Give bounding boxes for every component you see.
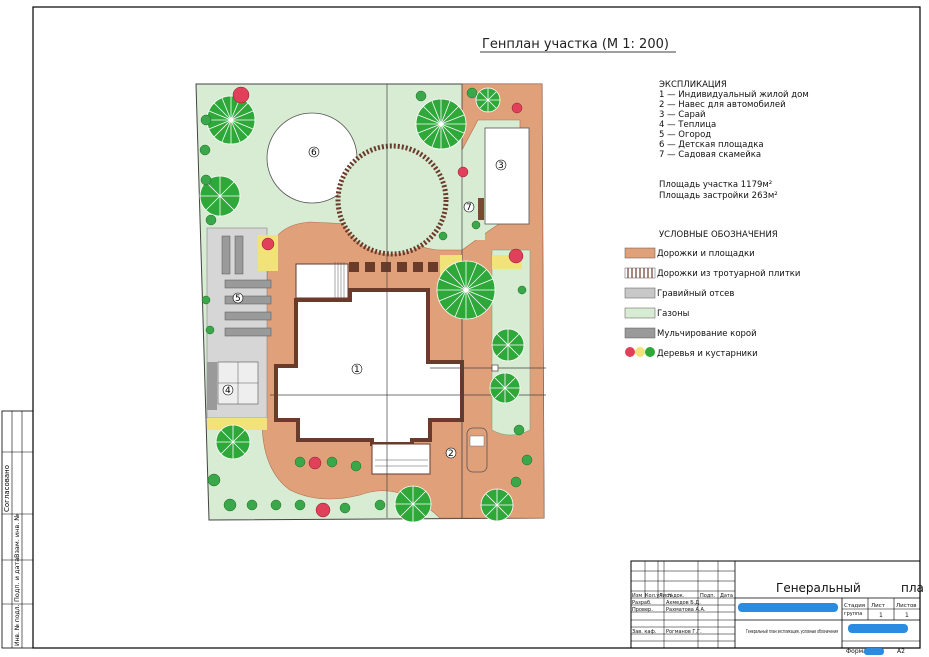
side-stamp: Согласовано Взам. инв. № Подп. и дата Ин… [1, 410, 34, 649]
explication-heading: ЭКСПЛИКАЦИЯ [659, 80, 727, 90]
legend-label-gravel: Гравийный отсев [657, 289, 734, 299]
legend-label-lawn: Газоны [657, 309, 689, 319]
legend-swatch-lawn [624, 307, 656, 319]
row-role: Зав. каф. [632, 629, 657, 635]
marker-playground: 6 [311, 148, 317, 158]
plan-title: Генплан участка (М 1: 200) [482, 37, 669, 52]
row-person: Ахмедов Б.Д. [666, 600, 701, 606]
row-person: Рогманов Г.Г. [666, 629, 702, 635]
legend-label-paths: Дорожки и площадки [657, 249, 755, 259]
legend-swatch-paths [624, 247, 656, 259]
sheets-header: Листов [896, 603, 917, 609]
legend-label-tiles: Дорожки из тротуарной плитки [657, 269, 800, 279]
house-porch [295, 263, 349, 299]
site-plan: 1 2 3 4 5 6 7 [195, 83, 546, 523]
explication-item: 3 — Сарай [659, 110, 706, 120]
plot-area: Площадь участка 1179м² [659, 180, 772, 190]
legend-swatch-gravel [624, 287, 656, 299]
row-person: Рахматова А.А. [666, 607, 706, 613]
explication-item: 5 — Огород [659, 130, 711, 140]
central-round-lawn [335, 143, 449, 257]
sheets-value: 1 [905, 612, 909, 619]
marker-bench: 7 [466, 203, 472, 213]
stage-header: Стадия [844, 603, 865, 609]
title-block-name-end: пла [901, 581, 924, 595]
header-sign: Подп. [700, 593, 716, 599]
sheet-description: Генеральный план экспликация, условные о… [746, 628, 838, 635]
title-block-name: Генеральный [776, 581, 861, 595]
stamp-sign-date: Подп. и дата [13, 558, 21, 602]
sheet-value: 1 [879, 612, 883, 619]
parked-car [466, 427, 488, 473]
format-value: А2 [897, 648, 905, 655]
explication-item: 7 — Садовая скамейка [659, 150, 761, 160]
house-terrace [371, 443, 431, 475]
sheet-header: Лист [871, 603, 886, 609]
general-plan-sheet: Согласовано Взам. инв. № Подп. и дата Ин… [1, 6, 924, 655]
shed [484, 127, 530, 225]
explication-item: 4 — Теплица [659, 120, 716, 130]
row-role: Разраб. [632, 600, 652, 606]
built-area: Площадь застройки 263м² [659, 191, 778, 201]
explication-item: 6 — Детская площадка [659, 140, 764, 150]
legend-label-trees: Деревья и кустарники [657, 349, 758, 359]
legend-heading: УСЛОВНЫЕ ОБОЗНАЧЕНИЯ [659, 230, 778, 240]
legend-swatch-trees [625, 347, 655, 357]
legend-swatch-mulch [624, 327, 656, 339]
marker-carport: 2 [448, 449, 454, 459]
marker-house: 1 [354, 365, 360, 375]
header-izm: Изм [632, 593, 642, 599]
explication-item: 1 — Индивидуальный жилой дом [659, 90, 809, 100]
explication-item: 2 — Навес для автомобилей [659, 100, 786, 110]
stamp-inv-orig: Инв. № подл. [14, 605, 21, 646]
stamp-agreed: Согласовано [3, 465, 11, 512]
header-doc: №док. [668, 593, 685, 599]
stamp-replace-inv: Взам. инв. № [13, 514, 21, 558]
legend-label-mulch: Мульчирование корой [657, 329, 757, 339]
garden-bench [478, 198, 484, 220]
marker-greenhouse: 4 [225, 386, 231, 396]
row-role: Провер. [632, 607, 653, 613]
org-short: группа [844, 611, 862, 617]
header-date: Дата [720, 593, 733, 599]
marker-garden: 5 [235, 294, 241, 304]
marker-shed: 3 [498, 161, 504, 171]
